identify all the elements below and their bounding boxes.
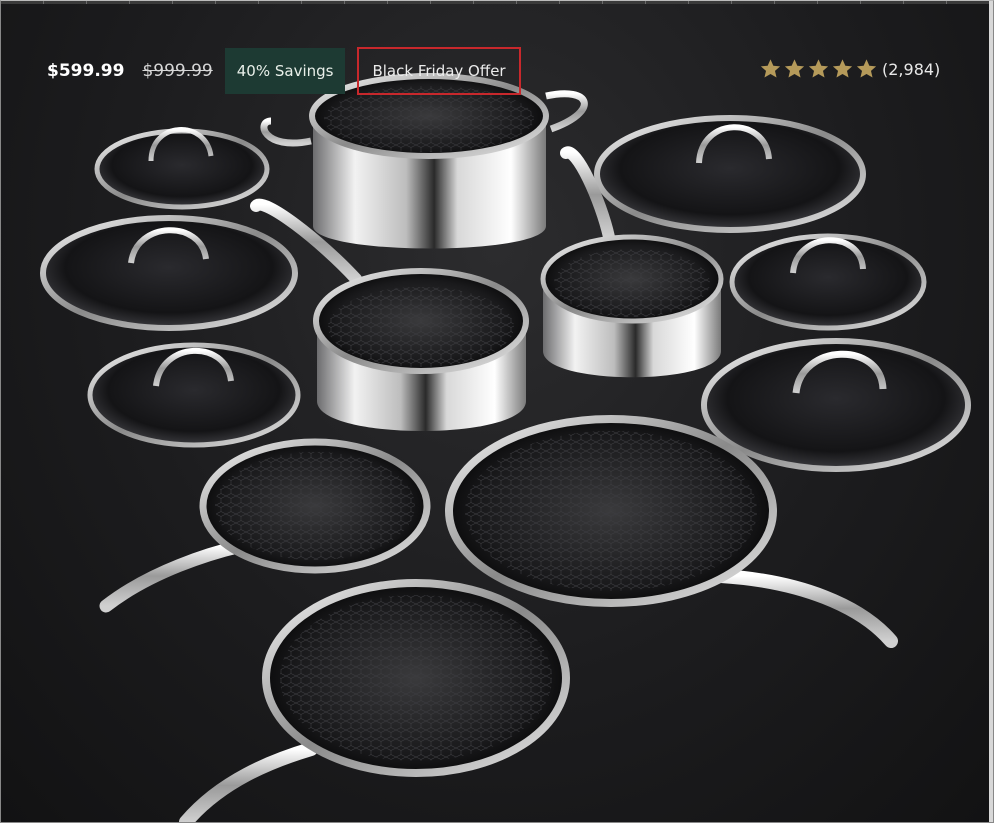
cookware-set-image xyxy=(40,73,971,822)
lid-left xyxy=(40,215,298,331)
black-friday-offer-badge[interactable]: Black Friday Offer xyxy=(357,47,521,95)
star-rating xyxy=(759,58,878,80)
review-count[interactable]: (2,984) xyxy=(882,60,940,79)
lid-top-right xyxy=(594,115,866,233)
lid-right xyxy=(701,338,971,472)
star-icon xyxy=(808,59,829,78)
current-price: $599.99 xyxy=(47,61,125,81)
star-icon xyxy=(784,59,805,78)
star-icon xyxy=(760,59,781,78)
savings-badge: 40% Savings xyxy=(224,48,346,94)
fry-pan-medium xyxy=(179,579,570,822)
price-bar: $599.99 $999.99 40% Savings Black Friday… xyxy=(47,47,521,95)
stockpot xyxy=(260,73,588,249)
star-icon xyxy=(832,59,853,78)
star-icon xyxy=(856,59,877,78)
rating-summary[interactable]: (2,984) xyxy=(759,58,940,80)
lid-small-left xyxy=(87,342,301,448)
lid-small-right xyxy=(729,233,927,331)
product-hero: $599.99 $999.99 40% Savings Black Friday… xyxy=(0,0,994,823)
fry-pan-small xyxy=(99,438,431,613)
lid-small-top-left xyxy=(94,127,270,210)
original-price: $999.99 xyxy=(142,61,213,81)
